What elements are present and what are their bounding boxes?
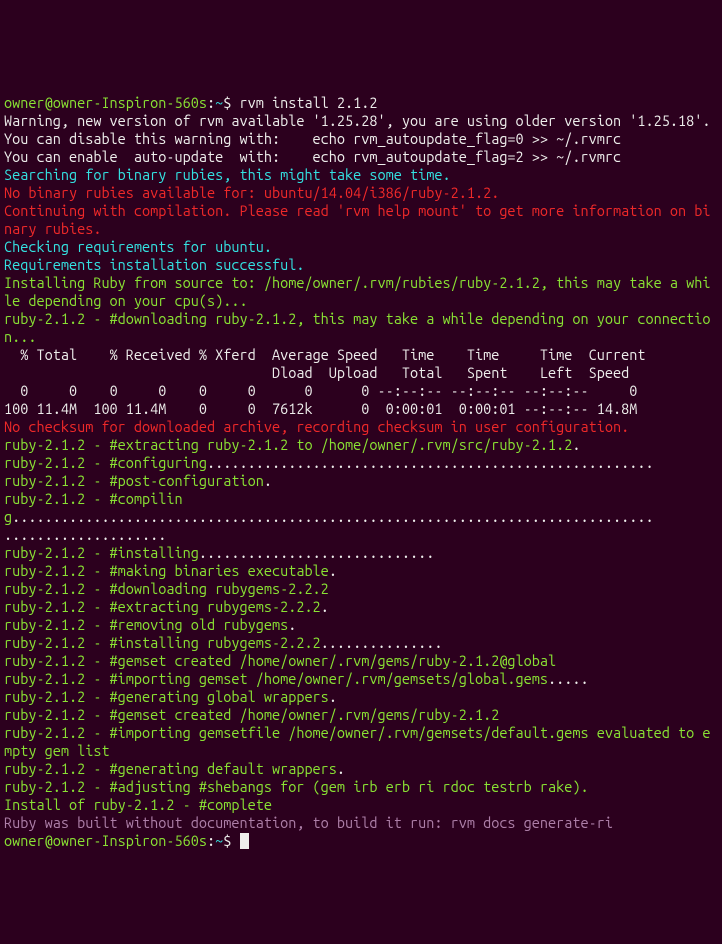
step-line: ruby-2.1.2 - #adjusting #shebangs for (g… <box>4 778 589 795</box>
curl-progress: 0 0 0 0 0 0 0 0 --:--:-- --:--:-- --:--:… <box>4 382 637 399</box>
step-line: ruby-2.1.2 - #making binaries executable <box>4 562 329 579</box>
curl-progress: 100 11.4M 100 11.4M 0 0 7612k 0 0:00:01 … <box>4 400 637 417</box>
error-line: No binary rubies available for: ubuntu/1… <box>4 184 499 201</box>
step-line: ruby-2.1.2 - #extracting ruby-2.1.2 to /… <box>4 436 572 453</box>
step-line: ruby-2.1.2 - #configuring <box>4 454 207 471</box>
step-line: ruby-2.1.2 - #installing rubygems-2.2.2 <box>4 634 321 651</box>
step-line: ruby-2.1.2 - #generating default wrapper… <box>4 760 337 777</box>
terminal-output: owner@owner-Inspiron-560s:~$ rvm install… <box>4 76 718 850</box>
step-line: ruby-2.1.2 - #importing gemsetfile /home… <box>4 724 710 759</box>
install-line: Installing Ruby from source to: /home/ow… <box>4 274 710 309</box>
step-line: ruby-2.1.2 - #generating global wrappers <box>4 688 329 705</box>
download-line: ruby-2.1.2 - #downloading ruby-2.1.2, th… <box>4 310 710 345</box>
step-line: ruby-2.1.2 - #gemset created /home/owner… <box>4 652 556 669</box>
step-line: ruby-2.1.2 - #importing gemset /home/own… <box>4 670 548 687</box>
prompt-path: ~ <box>215 832 223 849</box>
dots-line: .................... <box>4 526 166 543</box>
command-text <box>231 94 239 111</box>
status-line: Requirements installation successful. <box>4 256 304 273</box>
prompt-user: owner@owner-Inspiron-560s <box>4 94 207 111</box>
warning-line: No checksum for downloaded archive, reco… <box>4 418 629 435</box>
step-line: ruby-2.1.2 - #installing <box>4 544 199 561</box>
warning-line: You can disable this warning with: echo … <box>4 130 621 147</box>
step-line: ruby-2.1.2 - #post-configuration <box>4 472 264 489</box>
step-line: ruby-2.1.2 - #extracting rubygems-2.2.2 <box>4 598 321 615</box>
step-line: ruby-2.1.2 - #removing old rubygems <box>4 616 288 633</box>
step-line: ruby-2.1.2 - #downloading rubygems-2.2.2 <box>4 580 329 597</box>
step-line: ruby-2.1.2 - #gemset created /home/owner… <box>4 706 499 723</box>
warning-line: Warning, new version of rvm available '1… <box>4 112 710 129</box>
status-line: Searching for binary rubies, this might … <box>4 166 451 183</box>
docs-line: Ruby was built without documentation, to… <box>4 814 613 831</box>
curl-header: % Total % Received % Xferd Average Speed… <box>4 346 646 363</box>
prompt-user: owner@owner-Inspiron-560s <box>4 832 207 849</box>
curl-header: Dload Upload Total Spent Left Speed <box>4 364 629 381</box>
warning-line: You can enable auto-update with: echo rv… <box>4 148 621 165</box>
info-line: Continuing with compilation. Please read… <box>4 202 710 237</box>
status-line: Checking requirements for ubuntu. <box>4 238 272 255</box>
complete-line: Install of ruby-2.1.2 - #complete <box>4 796 280 813</box>
cursor[interactable] <box>240 833 249 849</box>
